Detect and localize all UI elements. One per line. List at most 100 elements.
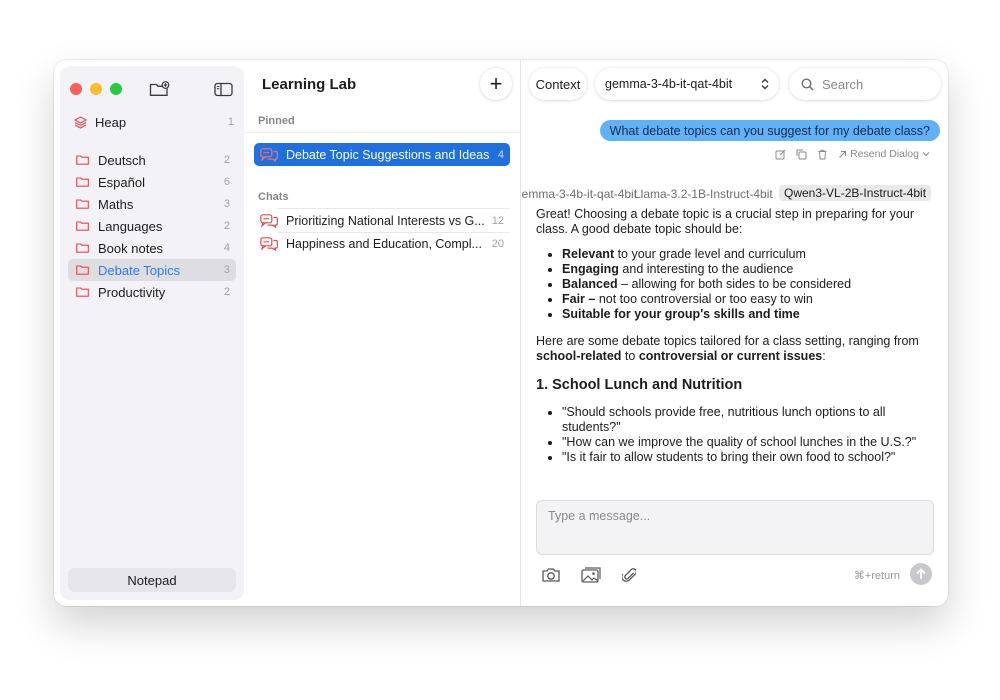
- folder-icon: [76, 199, 89, 209]
- divider: [244, 132, 520, 133]
- sidebar-item-espanol[interactable]: Español 6: [68, 171, 236, 193]
- message-actions: Resend Dialog: [775, 148, 930, 160]
- folder-icon: [76, 155, 89, 165]
- paperclip-icon[interactable]: [618, 565, 640, 585]
- model-selector[interactable]: gemma-3-4b-it-qat-4bit: [595, 68, 779, 100]
- criteria-list: Relevant to your grade level and curricu…: [536, 247, 936, 322]
- sidebar-item-languages[interactable]: Languages 2: [68, 215, 236, 237]
- folder-icon: [76, 243, 89, 253]
- list-item: "How can we improve the quality of schoo…: [562, 435, 936, 450]
- chat-message-count: 4: [497, 148, 504, 161]
- sidebar-item-count: 2: [223, 154, 230, 166]
- conversation-pane: Context gemma-3-4b-it-qat-4bit Search Wh…: [521, 60, 948, 606]
- sidebar-item-label: Productivity: [98, 284, 166, 300]
- sidebar-item-label: Maths: [98, 196, 134, 212]
- response-intro: Great! Choosing a debate topic is a cruc…: [536, 207, 914, 236]
- app-window: Heap 1 Deutsch 2 Español 6 Maths 3 Langu…: [54, 60, 948, 606]
- chat-bubbles-icon: [260, 147, 278, 162]
- trash-icon[interactable]: [817, 149, 828, 160]
- model-tab[interactable]: Llama-3.2-1B-Instruct-4bit: [634, 187, 773, 201]
- sidebar-item-label: Book notes: [98, 240, 164, 256]
- folder-icon: [76, 177, 89, 187]
- sidebar-item-heap[interactable]: Heap 1: [74, 112, 234, 132]
- new-folder-icon[interactable]: [148, 79, 170, 99]
- notepad-button[interactable]: Notepad: [68, 568, 236, 592]
- send-shortcut-hint: ⌘+return: [853, 570, 900, 582]
- resend-dialog-button[interactable]: Resend Dialog: [838, 148, 930, 160]
- search-icon: [801, 77, 814, 91]
- sidebar-item-count: 2: [223, 220, 230, 232]
- list-item: "Is it fair to allow students to bring t…: [562, 450, 936, 465]
- list-item: Fair – not too controversial or too easy…: [562, 292, 936, 307]
- response-heading: 1. School Lunch and Nutrition: [536, 377, 743, 393]
- model-response-tabs: gemma-3-4b-it-qat-4bit Llama-3.2-1B-Inst…: [521, 185, 948, 205]
- sidebar-item-label: Español: [98, 174, 145, 190]
- model-selector-value: gemma-3-4b-it-qat-4bit: [605, 77, 733, 91]
- pinned-header: Pinned: [258, 115, 295, 127]
- sidebar-item-deutsch[interactable]: Deutsch 2: [68, 149, 236, 171]
- sidebar-item-label: Languages: [98, 218, 163, 234]
- search-field[interactable]: Search: [789, 68, 941, 100]
- send-button[interactable]: [910, 563, 932, 585]
- list-item: "Should schools provide free, nutritious…: [562, 405, 936, 435]
- sidebar-item-productivity[interactable]: Productivity 2: [68, 281, 236, 303]
- list-item: Balanced – allowing for both sides to be…: [562, 277, 936, 292]
- model-tab-active[interactable]: Qwen3-VL-2B-Instruct-4bit: [779, 185, 932, 201]
- chat-message-count: 20: [491, 238, 504, 250]
- arrow-up-icon: [916, 568, 926, 579]
- folder-title: Learning Lab: [262, 76, 357, 93]
- sidebar-item-count: 1: [227, 116, 234, 128]
- folder-list: Deutsch 2 Español 6 Maths 3 Languages 2 …: [68, 149, 236, 303]
- message-input[interactable]: Type a message...: [536, 500, 934, 555]
- chevron-up-down-icon: [761, 78, 769, 90]
- minimize-window-button[interactable]: [90, 83, 102, 95]
- response-paragraph: Here are some debate topics tailored for…: [536, 334, 919, 363]
- context-button[interactable]: Context: [529, 68, 587, 100]
- zoom-window-button[interactable]: [110, 83, 122, 95]
- chat-title: Prioritizing National Interests vs G...: [286, 214, 485, 228]
- chat-title: Debate Topic Suggestions and Ideas: [286, 147, 490, 162]
- sidebar-item-label: Debate Topics: [98, 262, 181, 278]
- chevron-down-icon: [922, 152, 930, 157]
- topics-list: "Should schools provide free, nutritious…: [536, 405, 936, 465]
- chat-item[interactable]: Prioritizing National Interests vs G... …: [254, 210, 510, 232]
- sidebar: Heap 1 Deutsch 2 Español 6 Maths 3 Langu…: [60, 66, 244, 600]
- camera-icon[interactable]: [540, 565, 562, 585]
- resend-label: Resend Dialog: [850, 148, 919, 160]
- toggle-sidebar-icon[interactable]: [212, 79, 234, 99]
- chat-bubbles-icon: [260, 214, 278, 228]
- close-window-button[interactable]: [70, 83, 82, 95]
- new-chat-button[interactable]: +: [480, 68, 512, 100]
- sidebar-item-label: Heap: [95, 114, 127, 130]
- list-item: Relevant to your grade level and curricu…: [562, 247, 936, 262]
- composer-toolbar: ⌘+return: [536, 562, 934, 588]
- folder-icon: [76, 287, 89, 297]
- sidebar-item-count: 6: [223, 176, 230, 188]
- chat-list-pane: Learning Lab + Pinned Debate Topic Sugge…: [244, 60, 520, 606]
- copy-icon[interactable]: [796, 149, 807, 160]
- search-placeholder: Search: [822, 76, 864, 92]
- list-item: Suitable for your group's skills and tim…: [562, 307, 936, 322]
- user-message-bubble: What debate topics can you suggest for m…: [599, 120, 940, 141]
- sidebar-item-count: 3: [223, 198, 230, 210]
- arrow-up-right-icon: [839, 150, 847, 158]
- sidebar-item-debate-topics[interactable]: Debate Topics 3: [68, 259, 236, 281]
- pinned-chat-item[interactable]: Debate Topic Suggestions and Ideas 4: [254, 143, 510, 166]
- layers-icon: [74, 115, 87, 129]
- folder-icon: [76, 221, 89, 231]
- sidebar-item-label: Deutsch: [98, 152, 146, 168]
- edit-icon[interactable]: [775, 149, 786, 160]
- model-tab[interactable]: gemma-3-4b-it-qat-4bit: [521, 187, 637, 201]
- sidebar-item-count: 4: [223, 242, 230, 254]
- folder-icon: [76, 265, 89, 275]
- chat-bubbles-icon: [260, 237, 278, 251]
- chat-item[interactable]: Happiness and Education, Compl... 20: [254, 233, 510, 255]
- chat-title: Happiness and Education, Compl...: [286, 237, 482, 251]
- sidebar-item-maths[interactable]: Maths 3: [68, 193, 236, 215]
- chat-message-count: 12: [491, 215, 504, 227]
- divider: [278, 208, 510, 209]
- sidebar-item-count: 2: [223, 286, 230, 298]
- photo-library-icon[interactable]: [580, 565, 602, 585]
- assistant-response: Great! Choosing a debate topic is a cruc…: [536, 207, 936, 477]
- sidebar-item-book-notes[interactable]: Book notes 4: [68, 237, 236, 259]
